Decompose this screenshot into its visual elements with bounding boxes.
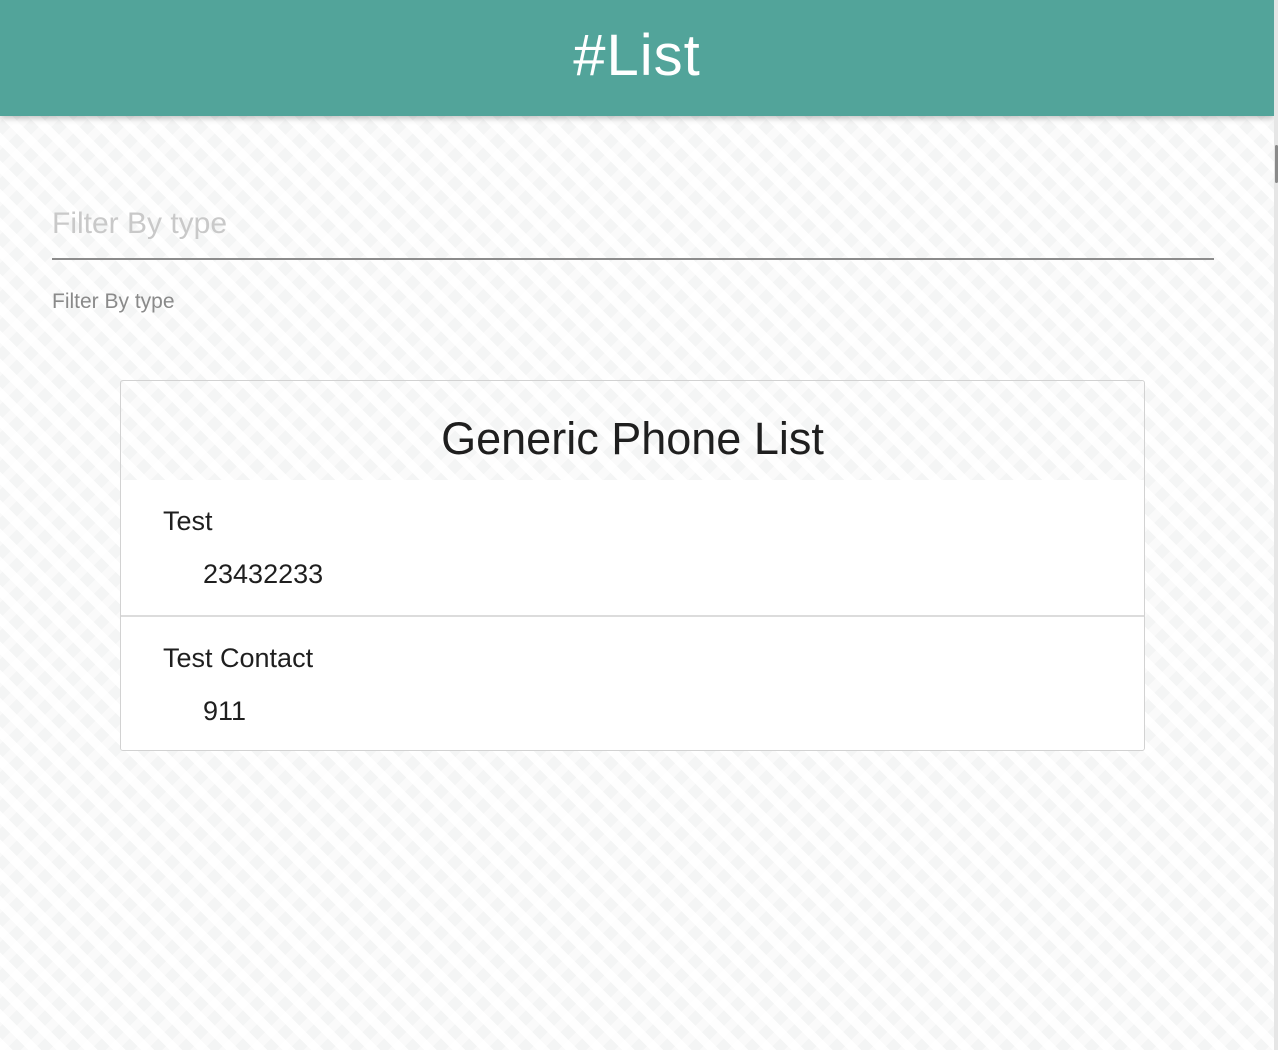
contact-name: Test: [163, 506, 213, 536]
filter-input[interactable]: [52, 190, 1214, 260]
app-header: #List: [0, 0, 1274, 116]
contact-item[interactable]: Test Contact 911: [121, 615, 1144, 750]
contact-phone: 911: [203, 696, 247, 726]
card-header: Generic Phone List: [121, 381, 1144, 480]
contact-item[interactable]: Test 23432233: [121, 480, 1144, 615]
scrollbar[interactable]: [1274, 0, 1278, 1050]
filter-field: [52, 190, 1214, 262]
contact-list: Test 23432233 Test Contact 911: [121, 480, 1144, 750]
contact-phone: 23432233: [203, 559, 324, 589]
page-title: #List: [573, 22, 701, 88]
contact-name: Test Contact: [163, 643, 314, 673]
phone-list-card: Generic Phone List Test 23432233 Test Co…: [120, 380, 1145, 751]
filter-helper-text: Filter By type: [52, 290, 175, 313]
card-title: Generic Phone List: [441, 412, 824, 464]
